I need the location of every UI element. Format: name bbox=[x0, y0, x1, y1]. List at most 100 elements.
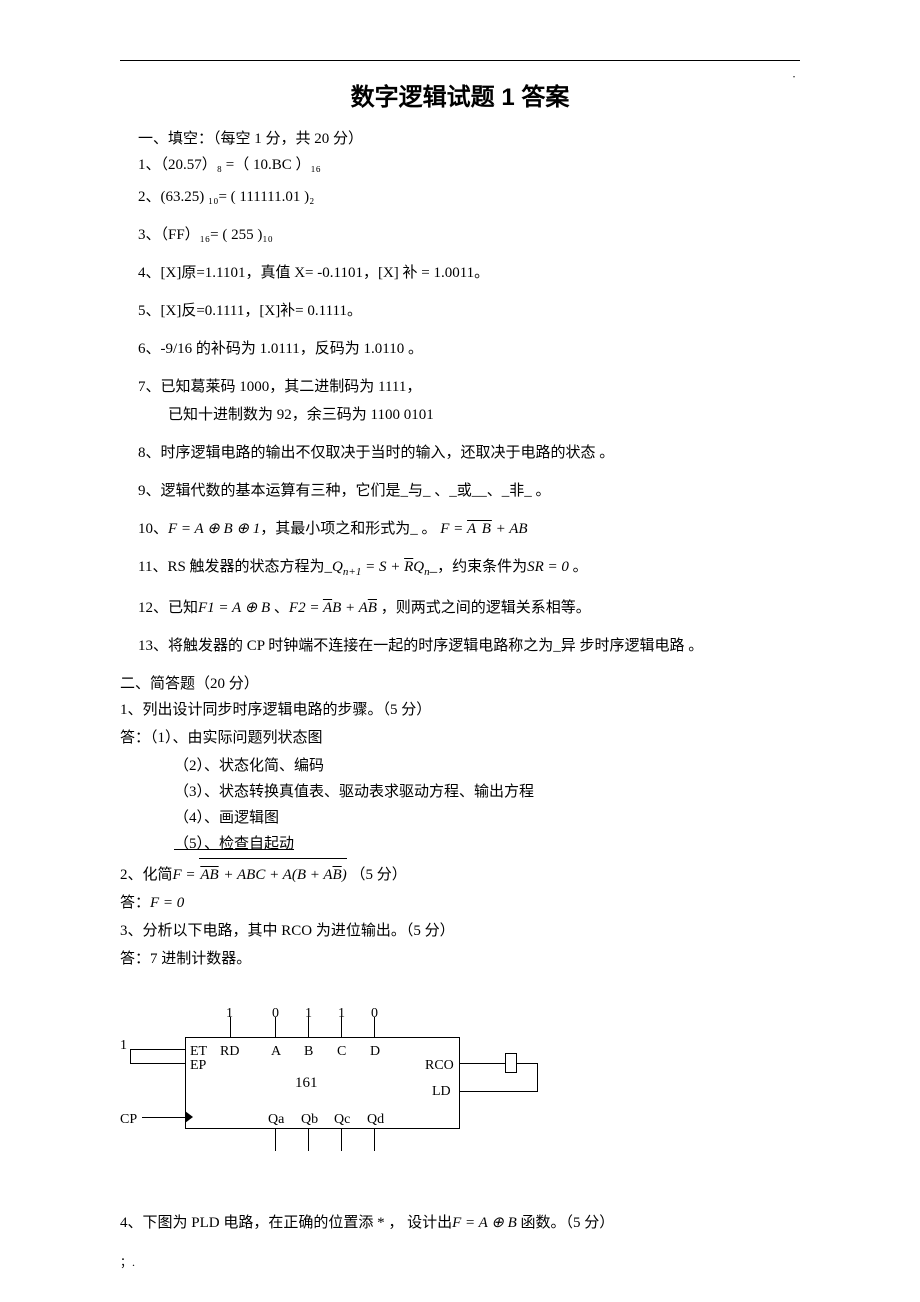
lbl-one-left: 1 bbox=[120, 1035, 127, 1057]
wire-b bbox=[308, 1017, 309, 1037]
wire-et-v bbox=[130, 1049, 131, 1063]
wire-fb-h bbox=[460, 1091, 538, 1092]
q10-pre: 10、 bbox=[138, 521, 168, 537]
s2-q3: 3、分析以下电路，其中 RCO 为进位输出。（5 分） bbox=[120, 919, 800, 943]
s2-q1: 1、列出设计同步时序逻辑电路的步骤。（5 分） bbox=[120, 698, 800, 722]
wire-c bbox=[341, 1017, 342, 1037]
s2-a1-5: （5）、检查自起动 bbox=[174, 832, 294, 856]
q4: 4、[X]原=1.1101，真值 X= -0.1101，[X] 补 = 1.00… bbox=[138, 261, 800, 285]
lbl-a: A bbox=[271, 1041, 281, 1063]
wire-gate-out bbox=[517, 1063, 537, 1064]
q6: 6、-9/16 的补码为 1.0111，反码为 1.0110 。 bbox=[138, 337, 800, 361]
q8: 8、时序逻辑电路的输出不仅取决于当时的输入，还取决于电路的状态 。 bbox=[138, 441, 800, 465]
lbl-cp: CP bbox=[120, 1109, 137, 1131]
q11-pre: 11、RS 触发器的状态方程为_ bbox=[138, 559, 332, 575]
wire-fb-v bbox=[537, 1063, 538, 1091]
wire-qb bbox=[308, 1129, 309, 1151]
s2-a1-1: 答：（1）、由实际问题列状态图 bbox=[120, 726, 800, 750]
q1: 1、（20.57）₈ =（ 10.BC ）₁₆ bbox=[138, 153, 800, 177]
s2-q2-inner: AB bbox=[200, 867, 218, 883]
s2-q4: 4、下图为 PLD 电路，在正确的位置添 * ， 设计出F = A ⊕ B 函数… bbox=[120, 1211, 800, 1235]
lbl-c: C bbox=[337, 1041, 346, 1063]
q10-eq2-rest: + AB bbox=[492, 521, 528, 537]
s2-q4-end: 函数。（5 分） bbox=[517, 1215, 615, 1231]
q10-mid: ，其最小项之和形式为_ 。 bbox=[260, 521, 436, 537]
section-1-head: 一、填空：（每空 1 分，共 20 分） bbox=[138, 127, 800, 151]
top-rule bbox=[120, 60, 800, 61]
s2-q2-f: F = bbox=[173, 867, 200, 883]
s2-q2-ans-lbl: 答： bbox=[120, 895, 150, 911]
s2-q2-ans: 答：F = 0 bbox=[120, 891, 800, 915]
q11-sr: SR = 0 bbox=[527, 559, 569, 575]
q10-eq2-pre: F = bbox=[440, 521, 467, 537]
wire-rd bbox=[230, 1017, 231, 1037]
q12-end: ，则两式之间的逻辑关系相等。 bbox=[377, 600, 591, 616]
q2: 2、(63.25) ₁₀= ( 111111.01 )₂ bbox=[138, 185, 800, 209]
s2-a1-4: （4）、画逻辑图 bbox=[174, 806, 800, 830]
s2-q2-ans-eq: F = 0 bbox=[150, 895, 184, 911]
q12-pre: 12、已知 bbox=[138, 600, 198, 616]
footer: ；. bbox=[120, 1253, 135, 1272]
s2-a1-3: （3）、状态转换真值表、驱动表求驱动方程、输出方程 bbox=[174, 780, 800, 804]
q12-bbar: B bbox=[368, 600, 377, 616]
wire-qc bbox=[341, 1129, 342, 1151]
q12-f2pre: F2 = bbox=[289, 600, 323, 616]
s2-q2-close: ) bbox=[342, 867, 347, 883]
lbl-ld: LD bbox=[432, 1081, 451, 1103]
q7b: 已知十进制数为 92，余三码为 1100 0101 bbox=[168, 403, 800, 427]
q12: 12、已知F1 = A ⊕ B 、F2 = AB + AB ，则两式之间的逻辑关… bbox=[138, 596, 800, 620]
lbl-ep: EP bbox=[190, 1055, 206, 1077]
s2-q4-pre: 4、下图为 PLD 电路，在正确的位置添 * ， 设计出 bbox=[120, 1215, 452, 1231]
wire-qd bbox=[374, 1129, 375, 1151]
q12-abar: A bbox=[323, 600, 332, 616]
q11-n1: n+1 bbox=[343, 566, 361, 578]
lbl-b: B bbox=[304, 1041, 313, 1063]
s2-q2-rest: + ABC + A(B + A bbox=[220, 867, 333, 883]
q11-q: Q bbox=[332, 559, 343, 575]
corner-dot: ﹒ bbox=[788, 64, 800, 83]
s2-q3-ans: 答：7 进制计数器。 bbox=[120, 947, 800, 971]
chip-name: 161 bbox=[295, 1071, 318, 1095]
s2-q2-pts: （5 分） bbox=[350, 867, 406, 883]
q11-end: 。 bbox=[569, 559, 588, 575]
wire-d bbox=[374, 1017, 375, 1037]
q12-f1: F1 = A ⊕ B bbox=[198, 600, 270, 616]
wire-cp bbox=[142, 1117, 185, 1118]
clock-triangle-icon bbox=[185, 1111, 193, 1123]
s2-q4-f: F = A ⊕ B bbox=[452, 1215, 517, 1231]
lbl-rd: RD bbox=[220, 1041, 239, 1063]
q11-eq: = S + bbox=[361, 559, 404, 575]
s2-a1-2: （2）、状态化简、编码 bbox=[174, 754, 800, 778]
lbl-qd: Qd bbox=[367, 1109, 384, 1131]
q11: 11、RS 触发器的状态方程为_Qn+1 = S + RQn_，约束条件为SR … bbox=[138, 555, 800, 582]
q10: 10、F = A ⊕ B ⊕ 1，其最小项之和形式为_ 。 F = A B + … bbox=[138, 517, 800, 541]
wire-ep bbox=[130, 1063, 185, 1064]
s2-q2-pre: 2、化简 bbox=[120, 867, 173, 883]
s2-q2-bbar: B bbox=[333, 867, 342, 883]
lbl-d: D bbox=[370, 1041, 380, 1063]
s2-q2: 2、化简F = AB + ABC + A(B + AB) （5 分） bbox=[120, 860, 800, 887]
wire-rco-h bbox=[460, 1063, 505, 1064]
page: ﹒ 数字逻辑试题 1 答案 一、填空：（每空 1 分，共 20 分） 1、（20… bbox=[0, 0, 920, 1302]
q11-rbar: R bbox=[404, 559, 413, 575]
gate-box bbox=[505, 1053, 517, 1073]
q11-mid: _，约束条件为 bbox=[430, 559, 528, 575]
wire-a bbox=[275, 1017, 276, 1037]
q9: 9、逻辑代数的基本运算有三种，它们是_与_ 、_或__、_非_ 。 bbox=[138, 479, 800, 503]
circuit-diagram: 1 0 1 1 0 RD A B C D 1 ET EP 161 RCO LD bbox=[120, 1001, 800, 1181]
wire-et bbox=[130, 1049, 185, 1050]
s2-q2-dblbar: AB + ABC + A(B + AB) bbox=[199, 860, 346, 887]
q7a: 7、已知葛莱码 1000，其二进制码为 1111， bbox=[138, 375, 800, 399]
q3: 3、（FF）₁₆= ( 255 )₁₀ bbox=[138, 223, 800, 247]
q10-ab-bar: A B bbox=[467, 521, 492, 537]
document-title: 数字逻辑试题 1 答案 bbox=[120, 79, 800, 117]
q12-dot: 、 bbox=[270, 600, 289, 616]
section-2-head: 二、简答题（20 分） bbox=[120, 672, 800, 696]
q13: 13、将触发器的 CP 时钟端不连接在一起的时序逻辑电路称之为_异 步时序逻辑电… bbox=[138, 634, 800, 658]
q12-mid: B + A bbox=[332, 600, 368, 616]
q10-eq1: F = A ⊕ B ⊕ 1 bbox=[168, 521, 260, 537]
q11-qn: Q bbox=[413, 559, 424, 575]
lbl-rco: RCO bbox=[425, 1055, 454, 1077]
q5: 5、[X]反=0.1111，[X]补= 0.1111。 bbox=[138, 299, 800, 323]
lbl-qb: Qb bbox=[301, 1109, 318, 1131]
